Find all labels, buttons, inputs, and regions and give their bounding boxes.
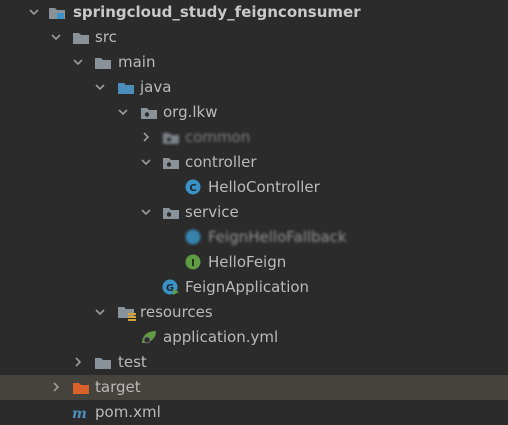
svg-text:m: m [72,406,87,420]
tree-node-hidden-package[interactable]: common [0,125,508,150]
tree-node-src[interactable]: src [0,25,508,50]
folder-label: main [118,53,156,71]
tree-node-package[interactable]: org.lkw [0,100,508,125]
package-label: org.lkw [163,103,218,121]
chevron-right-icon[interactable] [72,350,86,375]
chevron-right-icon[interactable] [140,125,154,150]
class-label: FeignApplication [185,278,310,296]
class-label: FeignHelloFallback [208,228,347,246]
yaml-file-icon [140,325,160,350]
folder-label: target [95,378,141,396]
tree-node-test[interactable]: test [0,350,508,375]
interface-icon: I [185,250,205,275]
excluded-folder-icon [72,375,92,400]
package-icon [162,200,182,225]
folder-label: src [95,28,117,46]
tree-node-resources[interactable]: resources [0,300,508,325]
tree-node-hello-feign[interactable]: I HelloFeign [0,250,508,275]
package-label: controller [185,153,257,171]
svg-text:C: C [189,183,196,194]
chevron-down-icon[interactable] [50,25,64,50]
chevron-down-icon[interactable] [140,200,154,225]
folder-icon [94,350,114,375]
chevron-right-icon[interactable] [50,375,64,400]
chevron-down-icon[interactable] [72,50,86,75]
file-label: application.yml [163,328,279,346]
spring-boot-app-icon: G [162,275,182,300]
tree-node-application-yml[interactable]: application.yml [0,325,508,350]
chevron-down-icon[interactable] [94,75,108,100]
interface-label: HelloFeign [208,253,287,271]
folder-label: resources [140,303,213,321]
source-folder-icon [117,75,137,100]
class-icon [185,225,205,250]
folder-label: test [118,353,147,371]
folder-icon [94,50,114,75]
tree-node-main[interactable]: main [0,50,508,75]
chevron-down-icon[interactable] [140,150,154,175]
chevron-down-icon[interactable] [28,0,42,25]
class-icon: C [185,175,205,200]
package-icon [140,100,160,125]
tree-node-target[interactable]: target [0,375,508,400]
tree-node-controller[interactable]: controller [0,150,508,175]
module-name: springcloud_study_feignconsumer [73,3,361,21]
maven-pom-icon: m [72,400,92,425]
svg-text:G: G [166,283,174,294]
folder-label: java [140,78,172,96]
project-tree: { "tree": { "root": "springcloud_study_f… [0,0,508,424]
file-label: pom.xml [95,403,161,421]
tree-node-java[interactable]: java [0,75,508,100]
package-label: service [185,203,239,221]
tree-node-pom[interactable]: m pom.xml [0,400,508,425]
chevron-down-icon[interactable] [117,100,131,125]
chevron-down-icon[interactable] [94,300,108,325]
class-label: HelloController [208,178,320,196]
tree-node-hidden-class[interactable]: FeignHelloFallback [0,225,508,250]
folder-icon [72,25,92,50]
tree-node-root[interactable]: springcloud_study_feignconsumer [0,0,508,25]
tree-node-hello-controller[interactable]: C HelloController [0,175,508,200]
module-folder-icon [48,0,68,25]
package-label: common [185,128,251,146]
tree-node-feign-application[interactable]: G FeignApplication [0,275,508,300]
svg-text:I: I [191,258,195,269]
tree-node-service[interactable]: service [0,200,508,225]
resources-folder-icon [117,300,137,325]
package-icon [162,150,182,175]
package-icon [162,125,182,150]
